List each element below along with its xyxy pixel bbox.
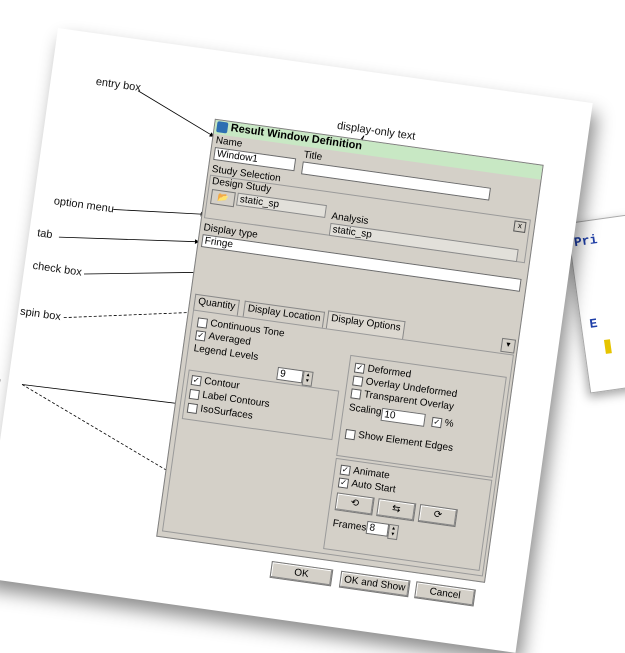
- leader-entry-box: [137, 90, 215, 138]
- deformed-checkbox[interactable]: ✓: [353, 362, 366, 374]
- side-window: Pri E: [566, 214, 625, 394]
- side-text-top: Pri: [573, 232, 599, 251]
- leader-option-menu: [113, 209, 206, 217]
- auto-start-checkbox[interactable]: ✓: [337, 477, 350, 489]
- side-text-bottom: E: [588, 315, 599, 332]
- tab-menu-chevron-down-icon[interactable]: ▼: [500, 337, 517, 354]
- transparent-overlay-checkbox[interactable]: [350, 388, 362, 400]
- frames-spin-arrows-icon[interactable]: ▲ ▼: [387, 523, 400, 541]
- percent-label: %: [444, 417, 455, 430]
- loop-reverse-icon: ⟳: [432, 509, 443, 522]
- contour-checkbox[interactable]: ✓: [190, 375, 202, 387]
- leader-tab: [58, 236, 200, 245]
- animate-checkbox[interactable]: ✓: [339, 464, 351, 476]
- callout-button: button: [0, 371, 2, 387]
- leader-check-box: [84, 270, 202, 275]
- legend-levels-spin-arrows-icon[interactable]: ▲ ▼: [301, 370, 314, 387]
- callout-tab: tab: [36, 227, 54, 242]
- continuous-tone-checkbox[interactable]: [196, 317, 209, 329]
- app-icon: [216, 121, 229, 134]
- averaged-checkbox[interactable]: ✓: [194, 330, 207, 342]
- overlay-undeformed-checkbox[interactable]: [352, 375, 364, 387]
- percent-checkbox[interactable]: ✓: [431, 416, 443, 429]
- label-contours-checkbox[interactable]: [188, 388, 200, 401]
- isosurfaces-checkbox[interactable]: [186, 402, 199, 415]
- loop-bounce-icon: ⇆: [391, 503, 402, 516]
- result-window-dialog: Result Window Definition Name Window1 Ti…: [156, 118, 544, 583]
- show-element-edges-checkbox[interactable]: [344, 428, 356, 441]
- annotated-figure: entry box display-only text option menu …: [0, 28, 593, 653]
- folder-open-icon[interactable]: 📂: [210, 189, 236, 208]
- side-marker-icon: [603, 339, 612, 354]
- close-icon[interactable]: x: [513, 220, 527, 233]
- loop-forward-icon: ⟲: [349, 497, 360, 510]
